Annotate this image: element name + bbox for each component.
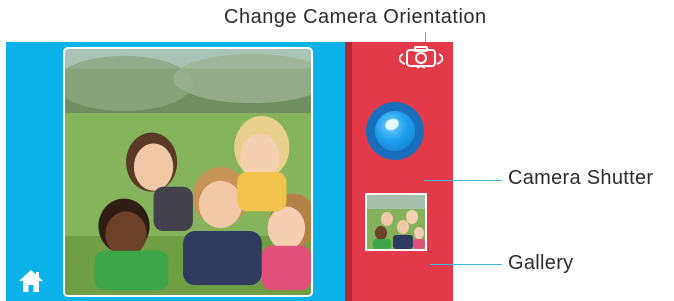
callout-camera-shutter: Camera Shutter	[508, 167, 654, 189]
gallery-thumbnail-image	[367, 195, 425, 249]
change-camera-orientation-button[interactable]	[398, 44, 444, 70]
screen: Change Camera Orientation Camera Shutter…	[0, 0, 674, 301]
callout-gallery: Gallery	[508, 252, 574, 274]
callout-change-camera-orientation: Change Camera Orientation	[224, 6, 487, 28]
preview-photo	[65, 49, 311, 295]
home-icon	[19, 270, 43, 292]
camera-app	[6, 42, 453, 301]
gallery-button[interactable]	[365, 193, 427, 251]
shutter-lens-icon	[375, 111, 415, 151]
callout-line-shutter	[424, 180, 502, 181]
camera-preview	[63, 47, 313, 297]
shutter-glint	[383, 116, 401, 133]
callout-line-gallery	[430, 264, 502, 265]
camera-control-panel	[345, 42, 453, 301]
home-button[interactable]	[18, 268, 44, 294]
camera-rotate-icon	[398, 46, 444, 69]
camera-viewfinder-area	[6, 42, 345, 301]
camera-shutter-button[interactable]	[366, 102, 424, 160]
panel-divider	[345, 42, 352, 301]
